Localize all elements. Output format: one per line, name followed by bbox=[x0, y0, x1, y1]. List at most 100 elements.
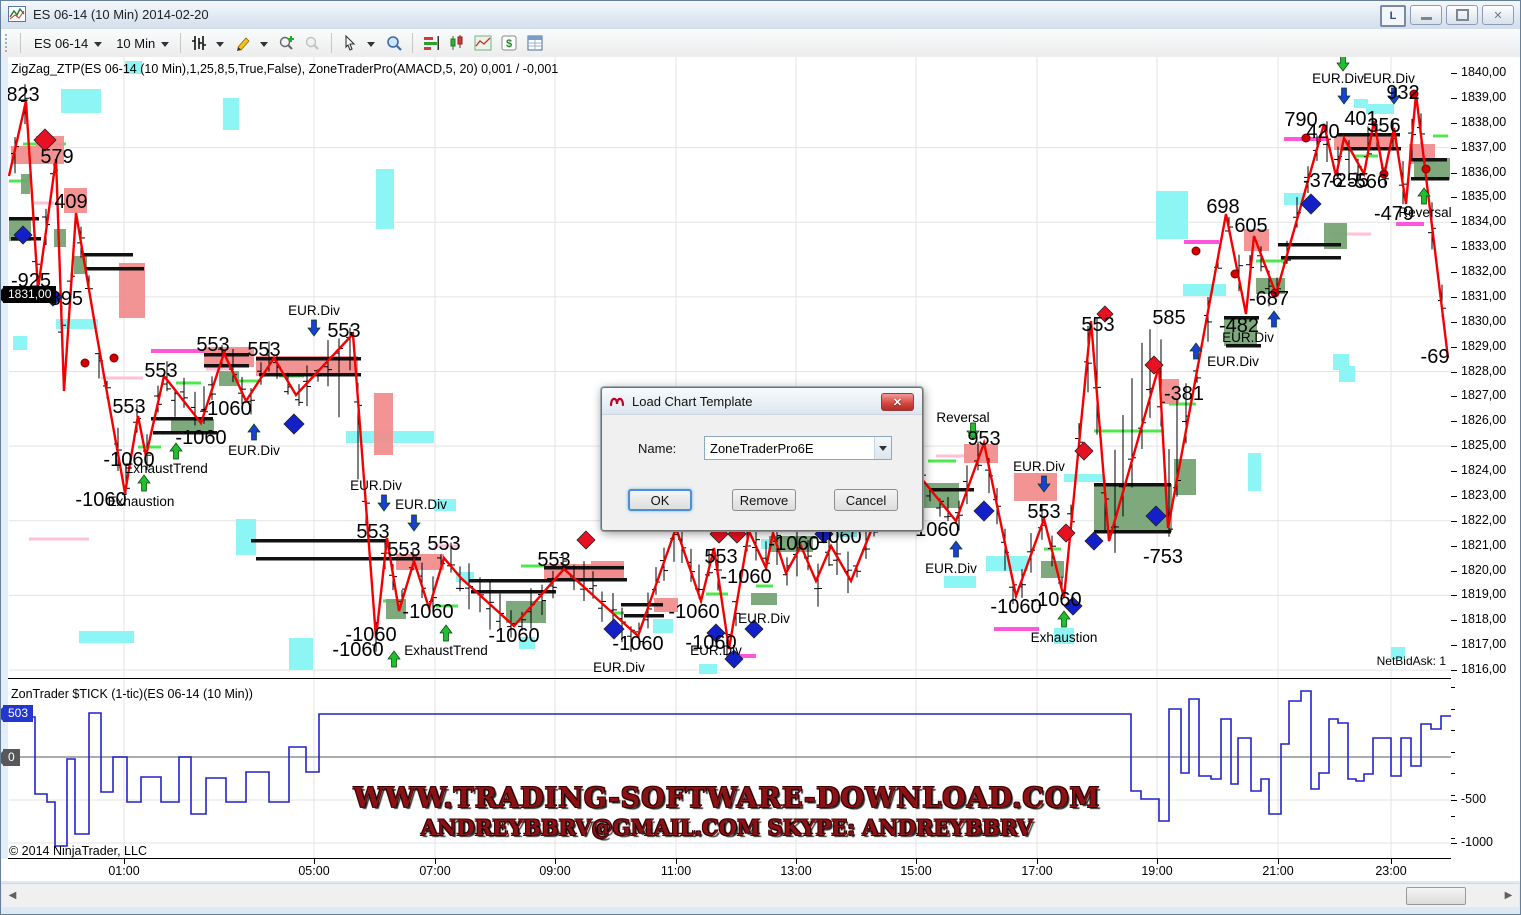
svg-text:Reversal: Reversal bbox=[936, 410, 989, 425]
svg-text:EUR.Div: EUR.Div bbox=[1312, 71, 1364, 86]
scrollbar-thumb[interactable] bbox=[1406, 887, 1466, 905]
price-label: 1835,00 bbox=[1461, 189, 1506, 203]
svg-text:EUR.Div: EUR.Div bbox=[1013, 459, 1065, 474]
svg-text:EUR.Div: EUR.Div bbox=[690, 643, 742, 658]
time-label: 07:00 bbox=[419, 864, 450, 878]
scroll-right-arrow-icon[interactable]: ▶ bbox=[1500, 887, 1517, 904]
svg-text:-1060: -1060 bbox=[402, 601, 453, 623]
drawing-dropdown-arrow-icon[interactable] bbox=[260, 42, 268, 47]
svg-text:553: 553 bbox=[427, 533, 460, 555]
time-label: 13:00 bbox=[780, 864, 811, 878]
dialog-title-bar[interactable]: Load Chart Template ✕ bbox=[602, 388, 922, 415]
svg-text:Exhaustion: Exhaustion bbox=[1031, 630, 1098, 645]
template-name-select[interactable]: ZoneTraderPro6E bbox=[704, 436, 892, 460]
svg-text:EUR.Div: EUR.Div bbox=[1207, 354, 1259, 369]
combo-dropdown-arrow-icon[interactable] bbox=[874, 437, 891, 459]
tick-minor-tick bbox=[1451, 795, 1455, 796]
dialog-title: Load Chart Template bbox=[632, 394, 752, 409]
svg-text:553: 553 bbox=[1081, 314, 1114, 336]
magnifier-icon[interactable] bbox=[384, 33, 404, 53]
price-tick bbox=[1451, 372, 1457, 373]
price-label: 1820,00 bbox=[1461, 563, 1506, 577]
svg-text:823: 823 bbox=[6, 84, 39, 106]
svg-text:-687: -687 bbox=[1249, 288, 1289, 310]
instrument-selector[interactable]: ES 06-14 bbox=[34, 36, 88, 51]
horizontal-scrollbar[interactable]: ◀ ▶ bbox=[2, 883, 1519, 907]
instrument-dropdown-arrow-icon[interactable] bbox=[94, 42, 102, 47]
link-button[interactable]: L bbox=[1380, 5, 1406, 27]
zoom-out-icon[interactable] bbox=[303, 33, 323, 53]
price-tick bbox=[1451, 670, 1457, 671]
market-depth-icon[interactable] bbox=[421, 33, 441, 53]
time-label: 21:00 bbox=[1262, 864, 1293, 878]
svg-text:EUR.Div: EUR.Div bbox=[1222, 330, 1274, 345]
price-tick bbox=[1451, 446, 1457, 447]
pointer-dropdown-arrow-icon[interactable] bbox=[367, 42, 375, 47]
drawing-pencil-icon[interactable] bbox=[233, 33, 253, 53]
price-label: 1824,00 bbox=[1461, 463, 1506, 477]
close-button[interactable]: ✕ bbox=[1482, 5, 1514, 25]
price-label: 1832,00 bbox=[1461, 264, 1506, 278]
chart-bars-icon[interactable] bbox=[447, 33, 467, 53]
cancel-button[interactable]: Cancel bbox=[834, 489, 898, 511]
price-tick bbox=[1451, 471, 1457, 472]
zoom-in-icon[interactable] bbox=[277, 33, 297, 53]
remove-button[interactable]: Remove bbox=[732, 489, 796, 511]
indicator-label: ZigZag_ZTP(ES 06-14 (10 Min),1,25,8,5,Tr… bbox=[11, 62, 558, 76]
price-tick bbox=[1451, 421, 1457, 422]
svg-text:553: 553 bbox=[356, 521, 389, 543]
dollar-icon[interactable]: $ bbox=[499, 33, 519, 53]
price-axis[interactable]: 1840,001839,001838,001837,001836,001835,… bbox=[1451, 57, 1520, 881]
svg-text:ExhaustTrend: ExhaustTrend bbox=[124, 461, 208, 476]
load-chart-template-dialog: Load Chart Template ✕ Name: ZoneTraderPr… bbox=[601, 387, 923, 531]
svg-text:EUR.Div: EUR.Div bbox=[228, 443, 280, 458]
tick-minor-tick bbox=[1451, 709, 1455, 710]
svg-text:585: 585 bbox=[1152, 307, 1185, 329]
title-bar[interactable]: ES 06-14 (10 Min) 2014-02-20 L ✕ bbox=[1, 1, 1520, 30]
price-tick bbox=[1451, 247, 1457, 248]
svg-text:Exhaustion: Exhaustion bbox=[108, 494, 175, 509]
svg-text:553: 553 bbox=[327, 320, 360, 342]
price-label: 1818,00 bbox=[1461, 612, 1506, 626]
current-price-tag: 1831,00 bbox=[3, 286, 56, 303]
price-label: 1828,00 bbox=[1461, 364, 1506, 378]
time-label: 19:00 bbox=[1141, 864, 1172, 878]
time-label: 01:00 bbox=[108, 864, 139, 878]
maximize-button[interactable] bbox=[1446, 5, 1478, 25]
tick-minor-tick bbox=[1451, 773, 1455, 774]
price-label: 1816,00 bbox=[1461, 662, 1506, 676]
time-axis[interactable]: 01:0005:0007:0009:0011:0013:0015:0017:00… bbox=[1, 859, 1451, 881]
tick-step-line bbox=[9, 691, 1453, 846]
svg-text:605: 605 bbox=[1234, 215, 1267, 237]
bar-type-dropdown-arrow-icon[interactable] bbox=[216, 42, 224, 47]
time-label: 09:00 bbox=[539, 864, 570, 878]
toolbar-grip[interactable] bbox=[5, 34, 15, 52]
price-tick bbox=[1451, 645, 1457, 646]
svg-text:-1060: -1060 bbox=[668, 601, 719, 623]
price-label: 1826,00 bbox=[1461, 413, 1506, 427]
dialog-close-button[interactable]: ✕ bbox=[881, 393, 914, 411]
interval-selector[interactable]: 10 Min bbox=[116, 36, 155, 51]
tick-minor-tick bbox=[1451, 838, 1455, 839]
svg-text:553: 553 bbox=[1027, 501, 1060, 523]
window-chart-icon bbox=[8, 6, 26, 22]
scroll-left-arrow-icon[interactable]: ◀ bbox=[4, 887, 21, 904]
price-tick bbox=[1451, 222, 1457, 223]
time-label: 11:00 bbox=[661, 864, 691, 878]
interval-dropdown-arrow-icon[interactable] bbox=[161, 42, 169, 47]
pointer-tool-icon[interactable] bbox=[340, 33, 360, 53]
svg-text:409: 409 bbox=[54, 191, 87, 213]
svg-text:EUR.Div: EUR.Div bbox=[925, 561, 977, 576]
price-tick bbox=[1451, 197, 1457, 198]
bar-type-icon[interactable] bbox=[189, 33, 209, 53]
line-chart-icon[interactable] bbox=[473, 33, 493, 53]
data-grid-icon[interactable] bbox=[525, 33, 545, 53]
price-tick bbox=[1451, 272, 1457, 273]
svg-text:-1060: -1060 bbox=[612, 633, 663, 655]
price-label: 1837,00 bbox=[1461, 140, 1506, 154]
svg-text:-1060: -1060 bbox=[488, 625, 539, 647]
svg-text:$: $ bbox=[506, 38, 512, 50]
minimize-button[interactable] bbox=[1410, 5, 1442, 25]
ok-button[interactable]: OK bbox=[628, 489, 692, 511]
svg-text:-1060: -1060 bbox=[720, 566, 771, 588]
